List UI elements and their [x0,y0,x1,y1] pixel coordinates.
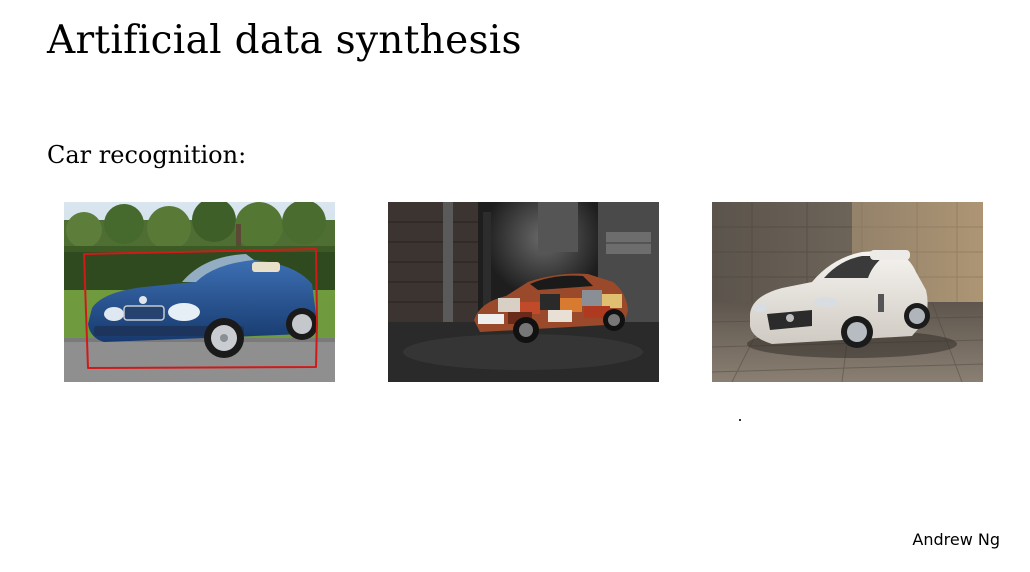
stray-dot [739,419,741,421]
camouflage-car-photo [388,202,659,382]
blue-convertible-photo [64,202,335,382]
slide-subtitle: Car recognition: [47,141,247,169]
slide-title: Artificial data synthesis [47,18,522,63]
slide: Artificial data synthesis Car recognitio… [0,0,1030,572]
white-sports-car-photo [712,202,983,382]
author-name: Andrew Ng [912,530,1000,549]
